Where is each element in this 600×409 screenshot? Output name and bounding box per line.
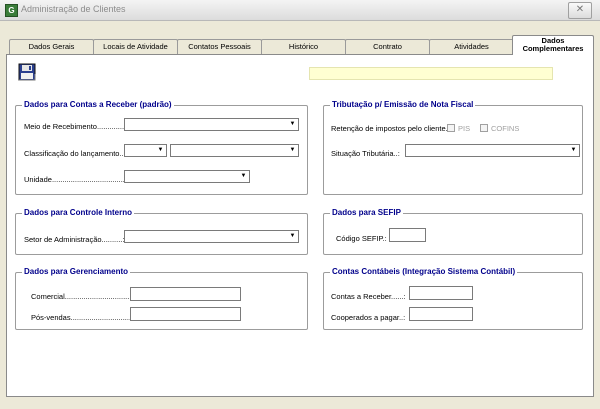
save-disk-icon[interactable]: [18, 63, 36, 81]
contas-receber-input[interactable]: [409, 286, 473, 300]
chevron-down-icon: ▼: [240, 173, 247, 179]
tab-contatos-pessoais[interactable]: Contatos Pessoais: [177, 39, 262, 55]
tab-dados-gerais[interactable]: Dados Gerais: [9, 39, 94, 55]
situacao-tributaria-select[interactable]: ▼: [405, 144, 580, 157]
tab-locais-atividade[interactable]: Locais de Atividade: [93, 39, 178, 55]
title-bar: G Administração de Clientes ✕: [0, 0, 600, 21]
codigo-sefip-label: Código SEFIP.:: [336, 234, 387, 243]
close-button[interactable]: ✕: [568, 2, 592, 19]
meio-recebimento-select[interactable]: ▼: [124, 118, 299, 131]
retencao-label: Retenção de impostos pelo cliente.:: [331, 124, 450, 133]
chevron-down-icon: ▼: [570, 147, 577, 153]
cofins-label: COFINS: [491, 124, 520, 133]
classificacao-label: Classificação do lançamento..:: [24, 149, 126, 158]
tab-historico[interactable]: Histórico: [261, 39, 346, 55]
setor-administracao-label: Setor de Administração..........:: [24, 235, 125, 244]
tab-dados-complementares[interactable]: Dados Complementares: [512, 35, 594, 55]
unidade-label: Unidade.................................…: [24, 175, 140, 184]
comercial-label: Comercial...............................…: [31, 292, 140, 301]
group-title: Tributação p/ Emissão de Nota Fiscal: [330, 100, 476, 109]
cofins-checkbox[interactable]: [480, 124, 488, 132]
cooperados-pagar-input[interactable]: [409, 307, 473, 321]
codigo-sefip-input[interactable]: [389, 228, 426, 242]
classificacao-code-select[interactable]: ▼: [124, 144, 167, 157]
classificacao-select[interactable]: ▼: [170, 144, 299, 157]
chevron-down-icon: ▼: [289, 147, 296, 153]
group-title: Dados para Controle Interno: [22, 208, 135, 217]
app-icon: G: [5, 4, 18, 17]
pis-checkbox[interactable]: [447, 124, 455, 132]
group-title: Dados para SEFIP: [330, 208, 403, 217]
meio-recebimento-label: Meio de Recebimento...............:: [24, 122, 131, 131]
cooperados-pagar-label: Cooperados a pagar..:: [331, 313, 406, 322]
group-title: Dados para Contas a Receber (padrão): [22, 100, 174, 109]
info-bar: [309, 67, 553, 80]
unidade-select[interactable]: ▼: [124, 170, 250, 183]
pis-label: PIS: [458, 124, 471, 133]
group-title: Dados para Gerenciamento: [22, 267, 131, 276]
contas-receber-label: Contas a Receber......:: [331, 292, 406, 301]
group-title: Contas Contábeis (Integração Sistema Con…: [330, 267, 518, 276]
posvendas-input[interactable]: [130, 307, 241, 321]
chevron-down-icon: ▼: [157, 147, 164, 153]
tab-atividades[interactable]: Atividades: [429, 39, 514, 55]
comercial-input[interactable]: [130, 287, 241, 301]
window-title: Administração de Clientes: [21, 4, 126, 14]
tab-contrato[interactable]: Contrato: [345, 39, 430, 55]
situacao-tributaria-label: Situação Tributária..:: [331, 149, 400, 158]
posvendas-label: Pós-vendas..............................…: [31, 313, 138, 322]
chevron-down-icon: ▼: [289, 121, 296, 127]
setor-administracao-select[interactable]: ▼: [124, 230, 299, 243]
chevron-down-icon: ▼: [289, 233, 296, 239]
